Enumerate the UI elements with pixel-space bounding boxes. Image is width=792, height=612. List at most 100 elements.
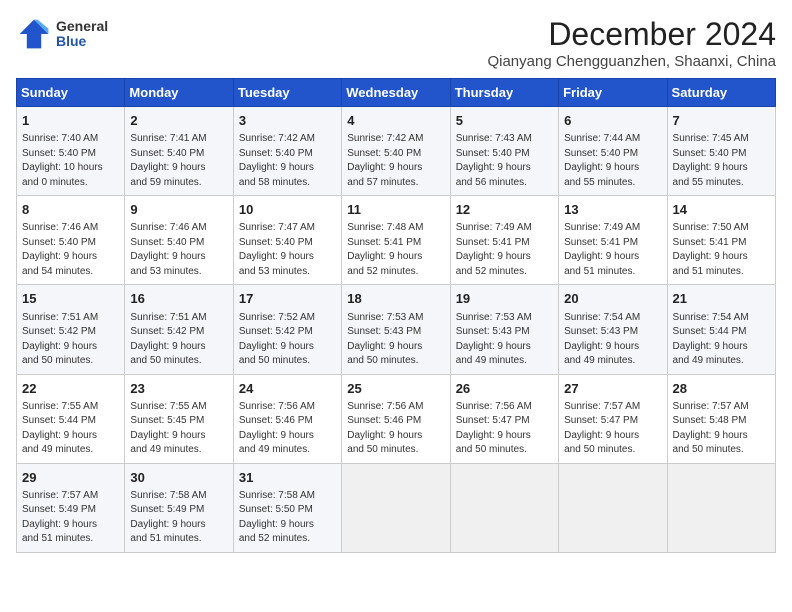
col-header-monday: Monday (125, 79, 233, 107)
day-cell: 6 Sunrise: 7:44 AM Sunset: 5:40 PM Daylig… (559, 107, 667, 196)
day-number: 11 (347, 201, 444, 219)
day-info: Sunrise: 7:53 AM Sunset: 5:43 PM Dayligh… (347, 311, 444, 369)
day-cell: 16 Sunrise: 7:51 AM Sunset: 5:42 PM Dayli… (125, 285, 233, 374)
col-header-friday: Friday (559, 79, 667, 107)
day-cell: 27Sunrise: 7:57 AM Sunset: 5:47 PM Dayli… (559, 374, 667, 463)
day-cell: 5 Sunrise: 7:43 AM Sunset: 5:40 PM Daylig… (450, 107, 558, 196)
day-info: Sunrise: 7:46 AM Sunset: 5:40 PM Dayligh… (130, 221, 227, 279)
day-info: Sunrise: 7:56 AM Sunset: 5:47 PM Dayligh… (456, 400, 553, 458)
day-number: 6 (564, 112, 661, 130)
logo: General Blue (16, 16, 108, 52)
day-number: 13 (564, 201, 661, 219)
logo-general: General (56, 19, 108, 34)
day-info: Sunrise: 7:46 AM Sunset: 5:40 PM Dayligh… (22, 221, 119, 279)
day-info: Sunrise: 7:43 AM Sunset: 5:40 PM Dayligh… (456, 132, 553, 190)
day-cell: 4 Sunrise: 7:42 AM Sunset: 5:40 PM Daylig… (342, 107, 450, 196)
day-number: 1 (22, 112, 119, 130)
day-number: 24 (239, 380, 336, 398)
day-cell: 18 Sunrise: 7:53 AM Sunset: 5:43 PM Dayli… (342, 285, 450, 374)
day-number: 30 (130, 469, 227, 487)
day-cell: 13 Sunrise: 7:49 AM Sunset: 5:41 PM Dayli… (559, 196, 667, 285)
day-number: 28 (673, 380, 770, 398)
day-info: Sunrise: 7:56 AM Sunset: 5:46 PM Dayligh… (347, 400, 444, 458)
week-row-3: 15 Sunrise: 7:51 AM Sunset: 5:42 PM Dayli… (17, 285, 776, 374)
day-cell (342, 463, 450, 552)
day-number: 16 (130, 290, 227, 308)
day-number: 5 (456, 112, 553, 130)
day-number: 12 (456, 201, 553, 219)
logo-icon (16, 16, 52, 52)
day-cell: 26Sunrise: 7:56 AM Sunset: 5:47 PM Dayli… (450, 374, 558, 463)
day-cell: 24Sunrise: 7:56 AM Sunset: 5:46 PM Dayli… (233, 374, 341, 463)
day-cell: 23 Sunrise: 7:55 AM Sunset: 5:45 PM Dayli… (125, 374, 233, 463)
col-header-tuesday: Tuesday (233, 79, 341, 107)
page-header: General Blue December 2024 Qianyang Chen… (16, 16, 776, 70)
day-info: Sunrise: 7:49 AM Sunset: 5:41 PM Dayligh… (564, 221, 661, 279)
day-cell: 22Sunrise: 7:55 AM Sunset: 5:44 PM Dayli… (17, 374, 125, 463)
day-cell: 29Sunrise: 7:57 AM Sunset: 5:49 PM Dayli… (17, 463, 125, 552)
day-number: 18 (347, 290, 444, 308)
day-cell: 11 Sunrise: 7:48 AM Sunset: 5:41 PM Dayli… (342, 196, 450, 285)
day-info: Sunrise: 7:52 AM Sunset: 5:42 PM Dayligh… (239, 311, 336, 369)
day-number: 14 (673, 201, 770, 219)
day-info: Sunrise: 7:55 AM Sunset: 5:45 PM Dayligh… (130, 400, 227, 458)
day-cell: 21 Sunrise: 7:54 AM Sunset: 5:44 PM Dayli… (667, 285, 775, 374)
day-number: 7 (673, 112, 770, 130)
day-cell: 28 Sunrise: 7:57 AM Sunset: 5:48 PM Dayli… (667, 374, 775, 463)
week-row-2: 8 Sunrise: 7:46 AM Sunset: 5:40 PM Daylig… (17, 196, 776, 285)
day-info: Sunrise: 7:54 AM Sunset: 5:44 PM Dayligh… (673, 311, 770, 369)
day-cell: 31 Sunrise: 7:58 AM Sunset: 5:50 PM Dayli… (233, 463, 341, 552)
day-number: 10 (239, 201, 336, 219)
calendar-header-row: SundayMondayTuesdayWednesdayThursdayFrid… (17, 79, 776, 107)
day-cell (450, 463, 558, 552)
day-info: Sunrise: 7:58 AM Sunset: 5:50 PM Dayligh… (239, 489, 336, 547)
day-cell: 2 Sunrise: 7:41 AM Sunset: 5:40 PM Daylig… (125, 107, 233, 196)
day-number: 31 (239, 469, 336, 487)
col-header-sunday: Sunday (17, 79, 125, 107)
day-info: Sunrise: 7:41 AM Sunset: 5:40 PM Dayligh… (130, 132, 227, 190)
title-block: December 2024 Qianyang Chengguanzhen, Sh… (487, 16, 776, 70)
day-number: 25 (347, 380, 444, 398)
day-info: Sunrise: 7:58 AM Sunset: 5:49 PM Dayligh… (130, 489, 227, 547)
day-cell: 1 Sunrise: 7:40 AM Sunset: 5:40 PM Daylig… (17, 107, 125, 196)
month-title: December 2024 (487, 16, 776, 53)
week-row-5: 29Sunrise: 7:57 AM Sunset: 5:49 PM Dayli… (17, 463, 776, 552)
day-info: Sunrise: 7:49 AM Sunset: 5:41 PM Dayligh… (456, 221, 553, 279)
day-info: Sunrise: 7:53 AM Sunset: 5:43 PM Dayligh… (456, 311, 553, 369)
day-cell: 20Sunrise: 7:54 AM Sunset: 5:43 PM Dayli… (559, 285, 667, 374)
day-cell (559, 463, 667, 552)
day-info: Sunrise: 7:54 AM Sunset: 5:43 PM Dayligh… (564, 311, 661, 369)
day-info: Sunrise: 7:57 AM Sunset: 5:49 PM Dayligh… (22, 489, 119, 547)
day-info: Sunrise: 7:57 AM Sunset: 5:48 PM Dayligh… (673, 400, 770, 458)
day-info: Sunrise: 7:44 AM Sunset: 5:40 PM Dayligh… (564, 132, 661, 190)
day-number: 27 (564, 380, 661, 398)
day-number: 8 (22, 201, 119, 219)
col-header-wednesday: Wednesday (342, 79, 450, 107)
day-cell: 7Sunrise: 7:45 AM Sunset: 5:40 PM Daylig… (667, 107, 775, 196)
day-number: 21 (673, 290, 770, 308)
day-cell: 12 Sunrise: 7:49 AM Sunset: 5:41 PM Dayli… (450, 196, 558, 285)
day-info: Sunrise: 7:50 AM Sunset: 5:41 PM Dayligh… (673, 221, 770, 279)
day-info: Sunrise: 7:42 AM Sunset: 5:40 PM Dayligh… (347, 132, 444, 190)
day-info: Sunrise: 7:48 AM Sunset: 5:41 PM Dayligh… (347, 221, 444, 279)
day-number: 19 (456, 290, 553, 308)
day-cell: 30 Sunrise: 7:58 AM Sunset: 5:49 PM Dayli… (125, 463, 233, 552)
day-number: 3 (239, 112, 336, 130)
day-number: 17 (239, 290, 336, 308)
day-number: 2 (130, 112, 227, 130)
day-cell: 19 Sunrise: 7:53 AM Sunset: 5:43 PM Dayli… (450, 285, 558, 374)
day-cell: 3 Sunrise: 7:42 AM Sunset: 5:40 PM Daylig… (233, 107, 341, 196)
day-number: 23 (130, 380, 227, 398)
day-info: Sunrise: 7:51 AM Sunset: 5:42 PM Dayligh… (130, 311, 227, 369)
calendar-table: SundayMondayTuesdayWednesdayThursdayFrid… (16, 78, 776, 553)
day-info: Sunrise: 7:42 AM Sunset: 5:40 PM Dayligh… (239, 132, 336, 190)
col-header-saturday: Saturday (667, 79, 775, 107)
day-number: 4 (347, 112, 444, 130)
day-cell: 25 Sunrise: 7:56 AM Sunset: 5:46 PM Dayli… (342, 374, 450, 463)
day-cell: 8 Sunrise: 7:46 AM Sunset: 5:40 PM Daylig… (17, 196, 125, 285)
day-number: 22 (22, 380, 119, 398)
day-number: 15 (22, 290, 119, 308)
logo-blue: Blue (56, 34, 108, 49)
day-cell: 17 Sunrise: 7:52 AM Sunset: 5:42 PM Dayli… (233, 285, 341, 374)
day-info: Sunrise: 7:40 AM Sunset: 5:40 PM Dayligh… (22, 132, 119, 190)
